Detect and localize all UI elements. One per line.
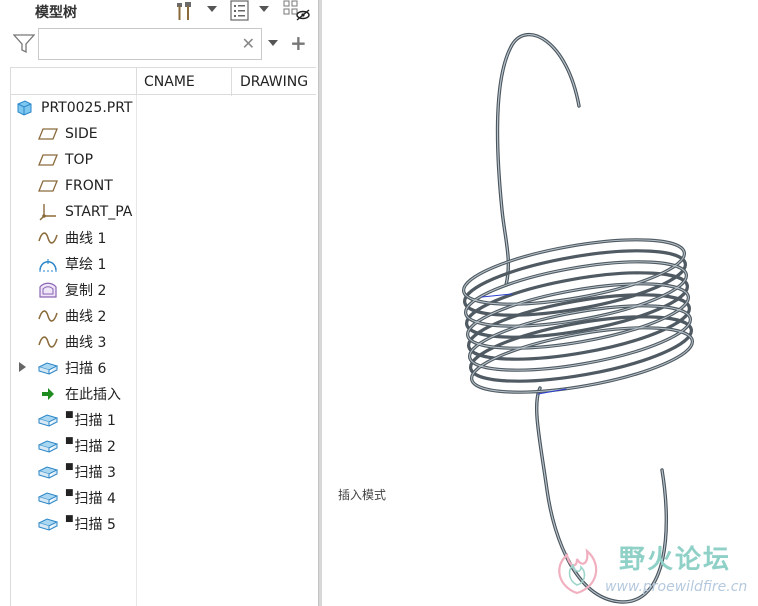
coordinate-system-icon xyxy=(38,202,58,222)
filter-row: ✕ + xyxy=(0,27,318,61)
tree-item-sweep-5[interactable]: ■ 扫描 5 xyxy=(38,511,116,537)
tree-item-sketch-1[interactable]: 草绘 1 xyxy=(38,251,106,277)
tree-item-sweep-1[interactable]: ■ 扫描 1 xyxy=(38,407,116,433)
tree-items: PRT0025.PRT SIDE TOP FRONT START_PA 曲线 1… xyxy=(11,95,136,606)
sweep-icon xyxy=(38,410,58,430)
tree-item-sweep-2[interactable]: ■ 扫描 2 xyxy=(38,433,116,459)
suppressed-marker-icon: ■ xyxy=(65,488,74,498)
insert-here-arrow-icon xyxy=(38,384,58,404)
column-headers: CNAME DRAWING xyxy=(11,67,316,96)
datum-plane-icon xyxy=(38,176,58,196)
tree-root-part[interactable]: PRT0025.PRT xyxy=(14,95,133,121)
tree-item-label: 草绘 1 xyxy=(65,257,107,273)
tree-item-label: START_PA xyxy=(65,204,133,220)
tree-item-curve-1[interactable]: 曲线 1 xyxy=(38,225,106,251)
tree-item-label: 扫描 4 xyxy=(74,491,116,507)
tree-item-label: SIDE xyxy=(65,126,98,142)
search-box: ✕ xyxy=(38,28,262,60)
tree-item-label: 曲线 2 xyxy=(65,309,107,325)
tree-item-curve-3[interactable]: 曲线 3 xyxy=(38,329,106,355)
copy-surface-icon xyxy=(38,280,58,300)
tree-item-sweep-4[interactable]: ■ 扫描 4 xyxy=(38,485,116,511)
curve-icon xyxy=(38,228,58,248)
tree-item-label: 在此插入 xyxy=(65,387,121,403)
forum-watermark: 野火论坛 www.proewildfire.cn xyxy=(547,535,758,606)
curve-icon xyxy=(38,332,58,352)
tree-options-icon[interactable] xyxy=(229,0,251,22)
tree-item-top[interactable]: TOP xyxy=(38,147,93,173)
datum-plane-icon xyxy=(38,150,58,170)
tree-item-side[interactable]: SIDE xyxy=(38,121,98,147)
panel-title: 模型树 xyxy=(35,5,77,21)
tree-item-label: FRONT xyxy=(65,178,113,194)
tree-item-label: TOP xyxy=(65,152,94,168)
model-tree-panel: 模型树 ✕ + CNAME DRAWING PRT0025.PRT SIDE T… xyxy=(0,0,322,606)
column-separator[interactable] xyxy=(231,68,232,96)
flame-logo-icon xyxy=(558,548,598,595)
spring-model xyxy=(462,33,694,604)
filter-icon[interactable] xyxy=(12,34,36,58)
datum-plane-icon xyxy=(38,124,58,144)
tree-item-front[interactable]: FRONT xyxy=(38,173,113,199)
settings-tools-icon[interactable] xyxy=(174,0,196,22)
suppressed-marker-icon: ■ xyxy=(65,410,74,420)
suppressed-marker-icon: ■ xyxy=(65,436,74,446)
sweep-icon xyxy=(38,462,58,482)
tree-item-label: 扫描 6 xyxy=(65,361,107,377)
sketch-icon xyxy=(38,254,58,274)
expand-arrow-icon[interactable] xyxy=(19,362,26,372)
tree-item-label: 曲线 1 xyxy=(65,231,107,247)
clear-search-icon[interactable]: ✕ xyxy=(242,34,255,54)
tree-item-label: 扫描 3 xyxy=(74,465,116,481)
sweep-icon xyxy=(38,436,58,456)
tree-item-sweep-6[interactable]: 扫描 6 xyxy=(19,355,107,381)
tree-item-copy-2[interactable]: 复制 2 xyxy=(38,277,106,303)
tree-options-caret-icon[interactable] xyxy=(259,6,269,12)
suppressed-marker-icon: ■ xyxy=(65,462,74,472)
suppressed-marker-icon: ■ xyxy=(65,514,74,524)
tree-item-sweep-3[interactable]: ■ 扫描 3 xyxy=(38,459,116,485)
settings-caret-icon[interactable] xyxy=(207,6,217,12)
column-header-cname[interactable]: CNAME xyxy=(144,74,195,90)
tree-item-label: 扫描 2 xyxy=(74,439,116,455)
tree-item-label: 曲线 3 xyxy=(65,335,107,351)
watermark-title: 野火论坛 xyxy=(619,545,732,575)
tree-item-label: 扫描 1 xyxy=(74,413,116,429)
column-body-separator xyxy=(136,95,137,606)
insert-mode-indicator: 插入模式 xyxy=(338,488,387,502)
search-input[interactable] xyxy=(43,29,233,59)
sweep-icon xyxy=(38,514,58,534)
part-cube-icon xyxy=(14,98,34,118)
panel-header: 模型树 xyxy=(0,0,318,24)
show-hidden-icon[interactable] xyxy=(283,0,311,22)
model-tree: CNAME DRAWING PRT0025.PRT SIDE TOP FRONT… xyxy=(10,67,316,606)
tree-item-label: 复制 2 xyxy=(65,283,107,299)
curve-icon xyxy=(38,306,58,326)
tree-root-label: PRT0025.PRT xyxy=(41,100,133,116)
sweep-icon xyxy=(38,488,58,508)
add-filter-icon[interactable]: + xyxy=(290,31,307,55)
tree-item-start-csys[interactable]: START_PA xyxy=(38,199,132,225)
column-header-drawing[interactable]: DRAWING xyxy=(240,74,308,90)
filter-dropdown-icon[interactable] xyxy=(268,40,278,46)
tree-item-label: 扫描 5 xyxy=(74,517,116,533)
tree-item-curve-2[interactable]: 曲线 2 xyxy=(38,303,106,329)
graphics-viewport[interactable]: 插入模式 野火论坛 www.proewildfire.cn xyxy=(322,0,758,606)
sweep-icon xyxy=(38,358,58,378)
watermark-url: www.proewildfire.cn xyxy=(605,579,748,595)
spring-coils xyxy=(462,238,694,394)
column-separator[interactable] xyxy=(136,68,137,96)
tree-item-insert-here[interactable]: 在此插入 xyxy=(38,381,121,407)
